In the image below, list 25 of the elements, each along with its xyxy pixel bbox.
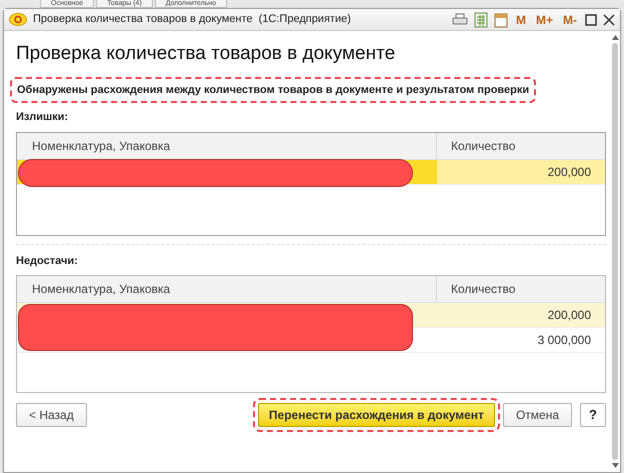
quantity-cell[interactable]: 200,000 <box>437 160 605 184</box>
help-button[interactable]: ? <box>580 403 606 427</box>
memory-button[interactable]: M+ <box>534 10 555 28</box>
dialog-heading: Проверка количества товаров в документе <box>16 42 396 66</box>
maximize-icon[interactable] <box>585 14 597 26</box>
calculator-icon[interactable] <box>474 12 488 28</box>
calendar-icon[interactable] <box>494 12 508 28</box>
printer-icon[interactable] <box>452 12 468 26</box>
section-label: Излишки: <box>16 110 70 125</box>
column-header: Количество <box>450 138 516 154</box>
scrollbar-thumb[interactable] <box>612 43 618 460</box>
window-title: Проверка количества товаров в документе (1С:Предприятие) <box>33 12 352 28</box>
column-header: Номенклатура, Упаковка <box>17 276 437 302</box>
scroll-up-icon[interactable] <box>612 35 618 40</box>
memory-button[interactable]: M- <box>561 10 579 28</box>
scroll-down-icon[interactable] <box>612 463 618 468</box>
discrepancy-message: Обнаружены расхождения между количеством товаров в документе и результатом проверки <box>10 76 536 103</box>
quantity-cell[interactable]: 200,000 <box>437 303 605 328</box>
memory-button[interactable]: M <box>514 10 528 28</box>
dialog-button[interactable]: Отмена <box>502 403 572 427</box>
column-header: Количество <box>450 281 516 298</box>
app-logo-icon <box>9 13 27 26</box>
dialog-button[interactable]: < Назад <box>16 403 87 427</box>
section-label: Недостачи: <box>16 254 79 268</box>
close-icon[interactable] <box>603 14 615 26</box>
